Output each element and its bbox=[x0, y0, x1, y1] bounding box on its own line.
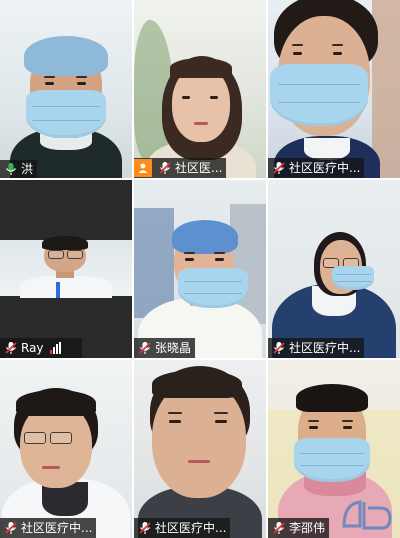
participant-name: 社区医... bbox=[175, 161, 223, 175]
participant-name-bar: 社区医疗中... bbox=[268, 338, 365, 358]
video-tile-participant-8[interactable]: 社区医疗中... bbox=[134, 360, 266, 538]
participant-name: Ray bbox=[21, 341, 44, 355]
video-tile-participant-5[interactable]: 张晓晶 bbox=[134, 180, 266, 358]
mic-on-icon bbox=[4, 162, 18, 176]
participant-name: 洪 bbox=[21, 162, 34, 176]
video-tile-participant-7[interactable]: 社区医疗中... bbox=[0, 360, 132, 538]
video-tile-participant-4[interactable]: Ray bbox=[0, 180, 132, 358]
video-tile-participant-9[interactable]: 李邵伟 bbox=[268, 360, 400, 538]
participant-name-bar: 社区医疗中... bbox=[0, 518, 97, 538]
participant-name-bar: 社区医... bbox=[134, 158, 227, 178]
video-tile-participant-3[interactable]: 社区医疗中... bbox=[268, 0, 400, 178]
mic-off-icon bbox=[272, 521, 286, 535]
participant-name-bar: 社区医疗中... bbox=[268, 158, 365, 178]
video-tile-participant-6[interactable]: 社区医疗中... bbox=[268, 180, 400, 358]
video-tile-participant-2[interactable]: 社区医... bbox=[134, 0, 266, 178]
mic-off-icon bbox=[4, 341, 18, 355]
video-tile-participant-1[interactable]: 洪 bbox=[0, 0, 132, 178]
participant-name-bar: 洪 bbox=[0, 160, 38, 178]
participant-name: 张晓晶 bbox=[155, 341, 192, 355]
participant-name: 社区医疗中... bbox=[289, 341, 361, 355]
participant-name: 社区医疗中... bbox=[21, 521, 93, 535]
participant-name-bar: 张晓晶 bbox=[134, 338, 196, 358]
mic-off-icon bbox=[272, 161, 286, 175]
participant-name: 社区医疗中... bbox=[155, 521, 227, 535]
participant-name-bar: 社区医疗中... bbox=[134, 518, 231, 538]
participant-name-bar: Ray bbox=[0, 338, 82, 358]
participant-name: 社区医疗中... bbox=[289, 161, 361, 175]
mic-off-icon bbox=[272, 341, 286, 355]
participant-name-bar: 李邵伟 bbox=[268, 518, 330, 538]
signal-strength-icon bbox=[49, 342, 61, 354]
participant-name: 李邵伟 bbox=[289, 521, 326, 535]
video-grid: 洪 社区医... 社区医疗中... Ray 张晓晶 社区医疗中... 社区医疗中… bbox=[0, 0, 400, 538]
mic-off-icon bbox=[138, 521, 152, 535]
mic-off-icon bbox=[138, 341, 152, 355]
mic-off-icon bbox=[158, 161, 172, 175]
host-person-icon bbox=[134, 159, 152, 177]
watermark-logo-icon bbox=[338, 496, 396, 534]
mic-off-icon bbox=[4, 521, 18, 535]
